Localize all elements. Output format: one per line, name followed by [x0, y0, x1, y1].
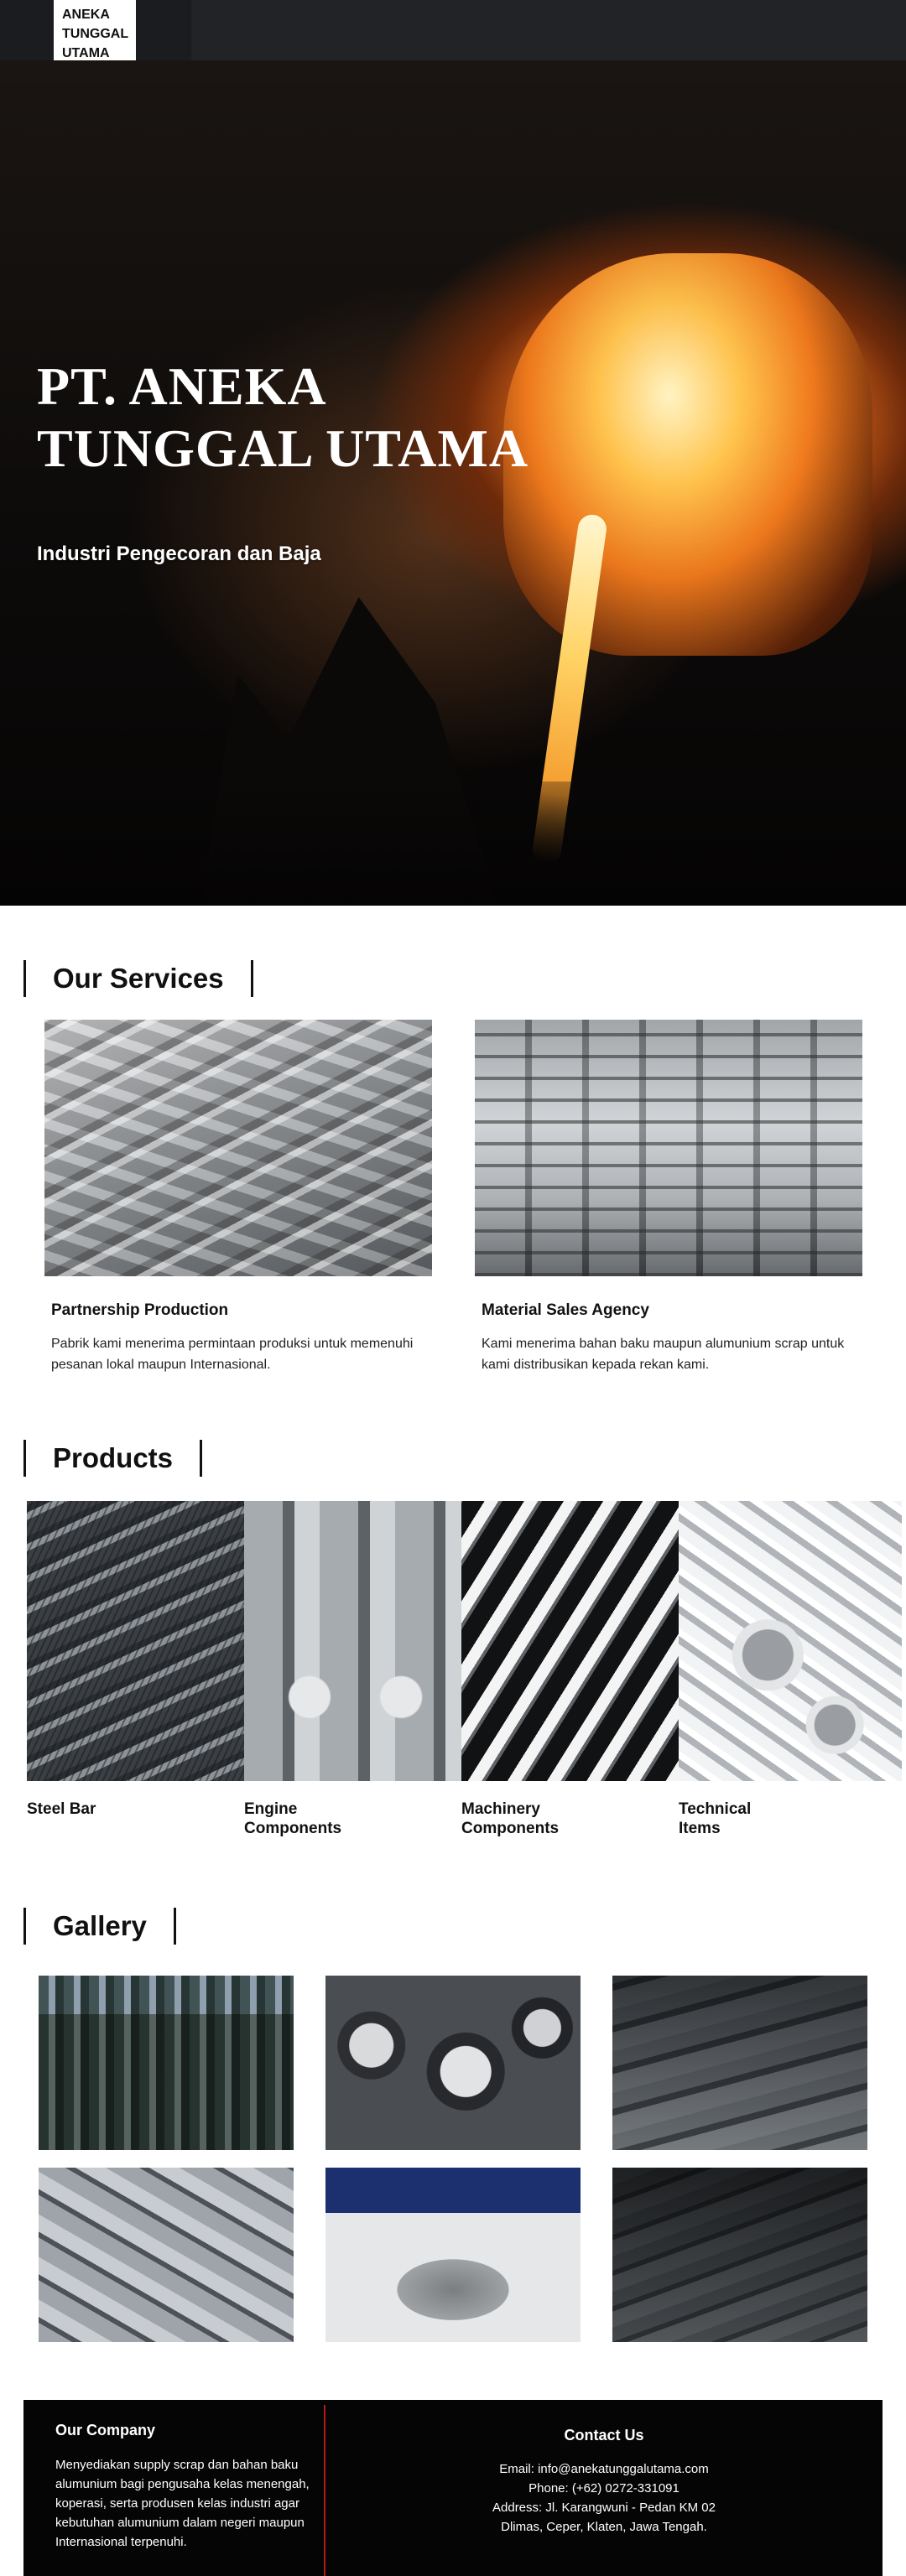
footer-contact-title: Contact Us [564, 2427, 644, 2444]
footer-contact-block: Contact Us Email: info@anekatunggalutama… [325, 2400, 883, 2537]
gallery-photo-ingot-stack[interactable] [612, 2168, 867, 2342]
hero-title-line: PT. ANEKA [37, 356, 327, 416]
hero-title-line: TUNGGAL UTAMA [37, 418, 529, 478]
aluminium-ingots-photo [475, 1020, 862, 1276]
service-card-partnership-production: Partnership Production Pabrik kami mener… [44, 1020, 432, 1372]
product-label-machinery-components[interactable]: Machinery Components [461, 1800, 570, 1838]
logo-line: ANEKA [62, 8, 110, 22]
service-title: Partnership Production [51, 1301, 229, 1319]
site-footer: Our Company Menyediakan supply scrap dan… [23, 2400, 883, 2576]
hero-subtitle: Industri Pengecoran dan Baja [37, 543, 321, 565]
top-navigation-bar: ANEKA TUNGGAL UTAMA [0, 0, 906, 69]
product-label-engine-components[interactable]: Engine Components [244, 1800, 353, 1838]
gallery-photo-aluminium-blocks[interactable] [39, 2168, 294, 2342]
company-logo[interactable]: ANEKA TUNGGAL UTAMA [54, 0, 136, 69]
gallery-photo-baled-scrap[interactable] [39, 1976, 294, 2150]
footer-address-line: Address: Jl. Karangwuni - Pedan KM 02 [492, 2501, 716, 2515]
footer-company-description: Menyediakan supply scrap dan bahan baku … [55, 2458, 310, 2549]
machinery-components-photo[interactable] [461, 1501, 680, 1781]
service-card-material-sales-agency: Material Sales Agency Kami menerima baha… [475, 1020, 862, 1372]
hero-banner: PT. ANEKA TUNGGAL UTAMA Industri Pengeco… [0, 60, 906, 906]
footer-contact-lines: Email: info@anekatunggalutama.com Phone:… [325, 2459, 883, 2537]
gallery-photo-metal-chunks[interactable] [612, 1976, 867, 2150]
footer-email[interactable]: Email: info@anekatunggalutama.com [325, 2459, 883, 2479]
engine-components-photo[interactable] [244, 1501, 462, 1781]
logo-line: TUNGGAL [62, 27, 129, 41]
footer-phone[interactable]: Phone: (+62) 0272-331091 [325, 2479, 883, 2498]
steel-bar-photo[interactable] [27, 1501, 245, 1781]
foundry-floor-image [0, 782, 906, 906]
service-description: Kami menerima bahan baku maupun alumuniu… [482, 1337, 845, 1372]
product-label-technical-items[interactable]: Technical Items [679, 1800, 763, 1838]
product-label-steel-bar[interactable]: Steel Bar [27, 1800, 195, 1819]
technical-items-photo[interactable] [679, 1501, 902, 1781]
hero-title: PT. ANEKA TUNGGAL UTAMA [37, 356, 624, 480]
gallery-photo-wheel-rims[interactable] [325, 1976, 581, 2150]
footer-company-title: Our Company [55, 2422, 156, 2438]
products-heading: Products [23, 1440, 203, 1477]
service-title: Material Sales Agency [482, 1301, 649, 1319]
footer-address-line: Dlimas, Ceper, Klaten, Jawa Tengah. [501, 2520, 707, 2534]
services-heading: Our Services [23, 960, 253, 997]
gallery-photo-powder-bag[interactable] [325, 2168, 581, 2342]
service-description: Pabrik kami menerima permintaan produksi… [51, 1337, 414, 1372]
aluminium-scrap-photo [44, 1020, 432, 1276]
gallery-heading: Gallery [23, 1908, 176, 1945]
